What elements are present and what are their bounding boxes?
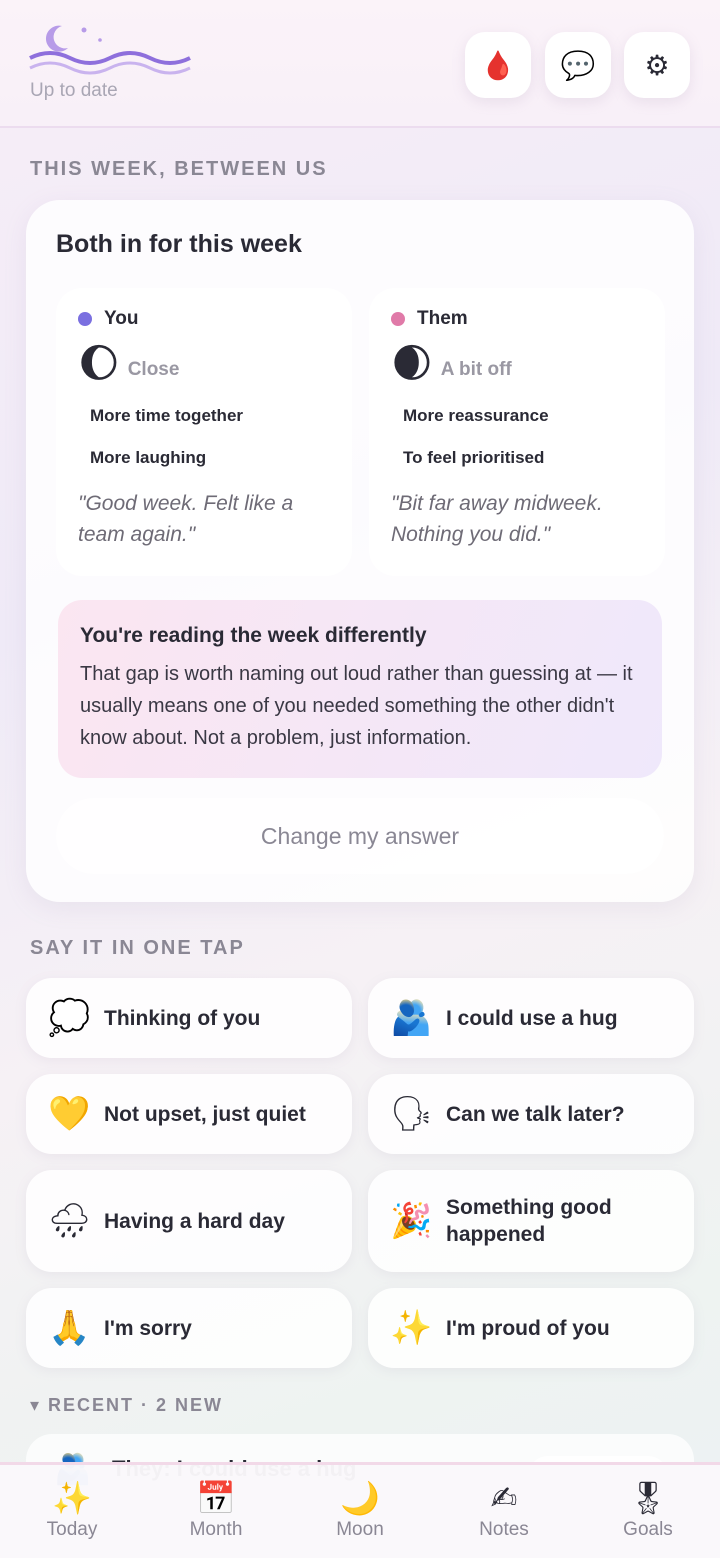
speaking-head-icon: 🗣 (390, 1095, 434, 1133)
app-header: Up to date 🩸 💬 ⚙ (0, 0, 720, 128)
gear-icon: ⚙ (644, 49, 670, 81)
insight-title: You're reading the week differently (80, 624, 427, 647)
tap-not-upset-button[interactable]: 💛 Not upset, just quiet (26, 1074, 352, 1154)
crescent-moon-icon: 🌙 (340, 1480, 380, 1516)
party-popper-icon: 🎉 (390, 1202, 433, 1240)
waxing-crescent-moon-icon: 🌒 (391, 342, 433, 386)
you-dot (78, 312, 92, 326)
tab-label: Today (46, 1519, 98, 1540)
moon-waves-logo (29, 25, 191, 75)
you-mood: Close (127, 359, 180, 380)
you-label: You (104, 308, 139, 329)
them-need: More reassurance (403, 406, 549, 425)
tap-label: Thinking of you (104, 1006, 261, 1030)
tap-label: I'm sorry (104, 1316, 192, 1340)
waxing-gibbous-moon-icon: 🌔 (78, 342, 120, 386)
tap-label: Can we talk later? (446, 1102, 625, 1126)
card-title: Both in for this week (56, 230, 302, 258)
them-need: To feel prioritised (403, 448, 545, 467)
tap-label: Something good happened (446, 1196, 612, 1246)
recent-toggle[interactable]: ▾ RECENT · 2 NEW (30, 1395, 223, 1416)
bottom-tab-bar: ✨ Today 📅 Month 🌙 Moon ✍ Notes 🎖 Goals (0, 1462, 720, 1558)
week-section-label: THIS WEEK, BETWEEN US (30, 158, 328, 180)
sparkles-icon: ✨ (390, 1309, 433, 1347)
you-panel: You 🌔 Close More time together More laug… (56, 288, 352, 576)
sparkles-icon: ✨ (52, 1480, 92, 1516)
them-panel: Them 🌒 A bit off More reassurance To fee… (369, 288, 665, 576)
period-drop-icon: 🩸 (480, 49, 516, 81)
insight-box: You're reading the week differently That… (58, 600, 662, 778)
tap-label: I'm proud of you (446, 1316, 610, 1340)
them-quote: "Bit far away midweek. Nothing you did." (391, 492, 603, 546)
tab-goals[interactable]: 🎖 Goals (576, 1479, 720, 1541)
tap-good-news-button[interactable]: 🎉 Something good happened (368, 1170, 694, 1272)
them-mood: A bit off (440, 359, 512, 380)
chat-bubble-icon: 💬 (560, 49, 596, 81)
you-need: More time together (90, 406, 244, 425)
you-need: More laughing (90, 448, 207, 467)
them-header: Them (391, 308, 468, 330)
folded-hands-icon: 🙏 (48, 1309, 91, 1347)
yellow-heart-icon: 💛 (48, 1095, 91, 1133)
messages-button[interactable]: 💬 (545, 32, 611, 98)
tab-today[interactable]: ✨ Today (0, 1479, 144, 1541)
hug-icon: 🫂 (390, 999, 433, 1037)
one-tap-section-label: SAY IT IN ONE TAP (30, 937, 245, 959)
tap-hug-button[interactable]: 🫂 I could use a hug (368, 978, 694, 1058)
you-header: You (78, 308, 138, 330)
rain-cloud-icon: 🌧 (48, 1202, 92, 1240)
tap-sorry-button[interactable]: 🙏 I'm sorry (26, 1288, 352, 1368)
change-answer-button[interactable]: Change my answer (56, 798, 664, 874)
them-label: Them (417, 308, 468, 329)
tab-month[interactable]: 📅 Month (144, 1479, 288, 1541)
insight-body: That gap is worth naming out loud rather… (80, 663, 633, 749)
tap-proud-button[interactable]: ✨ I'm proud of you (368, 1288, 694, 1368)
thought-bubble-icon: 💭 (48, 999, 91, 1037)
tap-talk-later-button[interactable]: 🗣 Can we talk later? (368, 1074, 694, 1154)
tab-label: Moon (336, 1519, 384, 1540)
medal-icon: 🎖 (627, 1480, 669, 1516)
calendar-icon: 📅 (196, 1480, 236, 1516)
writing-hand-icon: ✍ (490, 1480, 518, 1516)
them-dot (391, 312, 405, 326)
you-mood-row: 🌔 Close (78, 340, 179, 388)
tap-label: Not upset, just quiet (104, 1102, 306, 1126)
tab-moon[interactable]: 🌙 Moon (288, 1479, 432, 1541)
tab-label: Goals (623, 1519, 673, 1540)
tap-thinking-of-you-button[interactable]: 💭 Thinking of you (26, 978, 352, 1058)
tab-label: Month (189, 1519, 243, 1540)
settings-button[interactable]: ⚙ (624, 32, 690, 98)
tap-label: Having a hard day (104, 1209, 285, 1233)
cycle-button[interactable]: 🩸 (465, 32, 531, 98)
tab-notes[interactable]: ✍ Notes (432, 1479, 576, 1541)
them-mood-row: 🌒 A bit off (391, 340, 512, 388)
tap-label: I could use a hug (446, 1006, 618, 1030)
week-checkin-card: Both in for this week You 🌔 Close More t… (26, 200, 694, 902)
sync-status: Up to date (30, 80, 118, 101)
you-quote: "Good week. Felt like a team again." (78, 492, 294, 546)
tab-label: Notes (479, 1519, 529, 1540)
tap-hard-day-button[interactable]: 🌧 Having a hard day (26, 1170, 352, 1272)
